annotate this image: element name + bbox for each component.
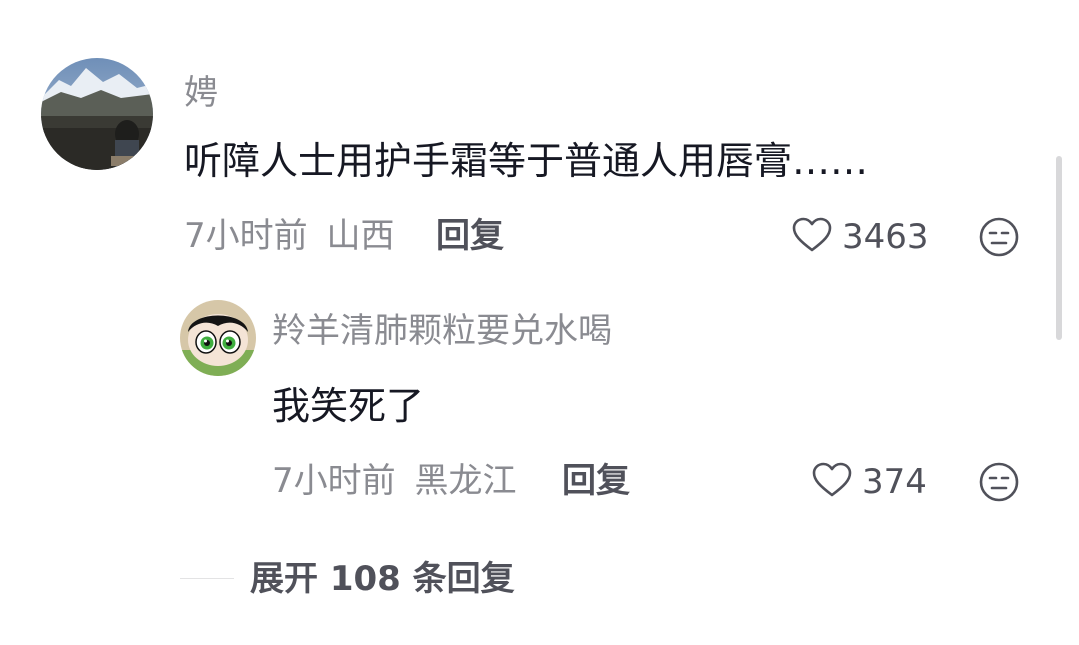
replier-avatar[interactable] [180,300,256,376]
comment-like-count: 3463 [842,217,929,257]
reply-like-button[interactable]: 374 [812,460,927,504]
comment-reply-button[interactable]: 回复 [436,219,504,253]
reply-like-count: 374 [862,462,927,502]
avatar-cartoon-girl [180,300,256,376]
commenter-username[interactable]: 娉 [184,76,218,110]
unamused-face-icon [979,217,1019,257]
expand-divider [180,578,234,579]
reply-time: 7小时前 [272,461,396,501]
reply-text: 我笑死了 [272,384,425,428]
commenter-avatar[interactable] [41,58,153,170]
unamused-face-icon [979,462,1019,502]
comment-location: 山西 [326,216,395,256]
comment-like-button[interactable]: 3463 [792,215,929,259]
replier-username[interactable]: 羚羊清肺颗粒要兑水喝 [272,314,612,348]
comment-meta: 7小时前 山西 [184,219,394,253]
reply-location: 黑龙江 [414,461,517,501]
expand-replies-button[interactable]: 展开 108 条回复 [250,562,515,596]
comment-text: 听障人士用护手霜等于普通人用唇膏…… [184,139,869,183]
heart-outline-icon [812,462,852,502]
reply-meta: 7小时前 黑龙江 [272,464,516,498]
comment-dislike-button[interactable] [978,216,1020,258]
reply-dislike-button[interactable] [978,461,1020,503]
avatar-mountain-photo [41,58,153,170]
scrollbar-thumb[interactable] [1056,156,1062,340]
heart-outline-icon [792,217,832,257]
reply-reply-button[interactable]: 回复 [562,464,630,498]
comment-time: 7小时前 [184,216,308,256]
